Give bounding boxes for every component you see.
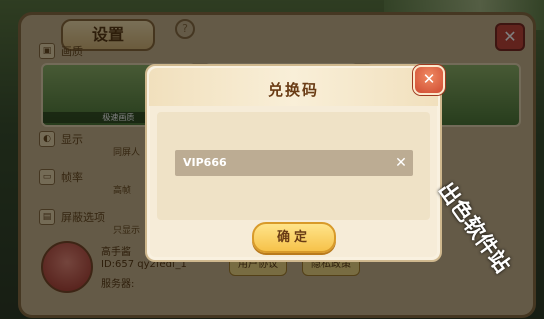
redeem-code-input[interactable] bbox=[175, 150, 413, 176]
clear-icon[interactable]: ✕ bbox=[393, 154, 409, 172]
redeem-code-dialog: 兑换码 ✕ ✕ 确定 bbox=[145, 64, 445, 262]
confirm-button[interactable]: 确定 bbox=[252, 222, 336, 253]
dialog-title: 兑换码 bbox=[267, 81, 319, 99]
close-icon[interactable]: ✕ bbox=[413, 65, 445, 95]
